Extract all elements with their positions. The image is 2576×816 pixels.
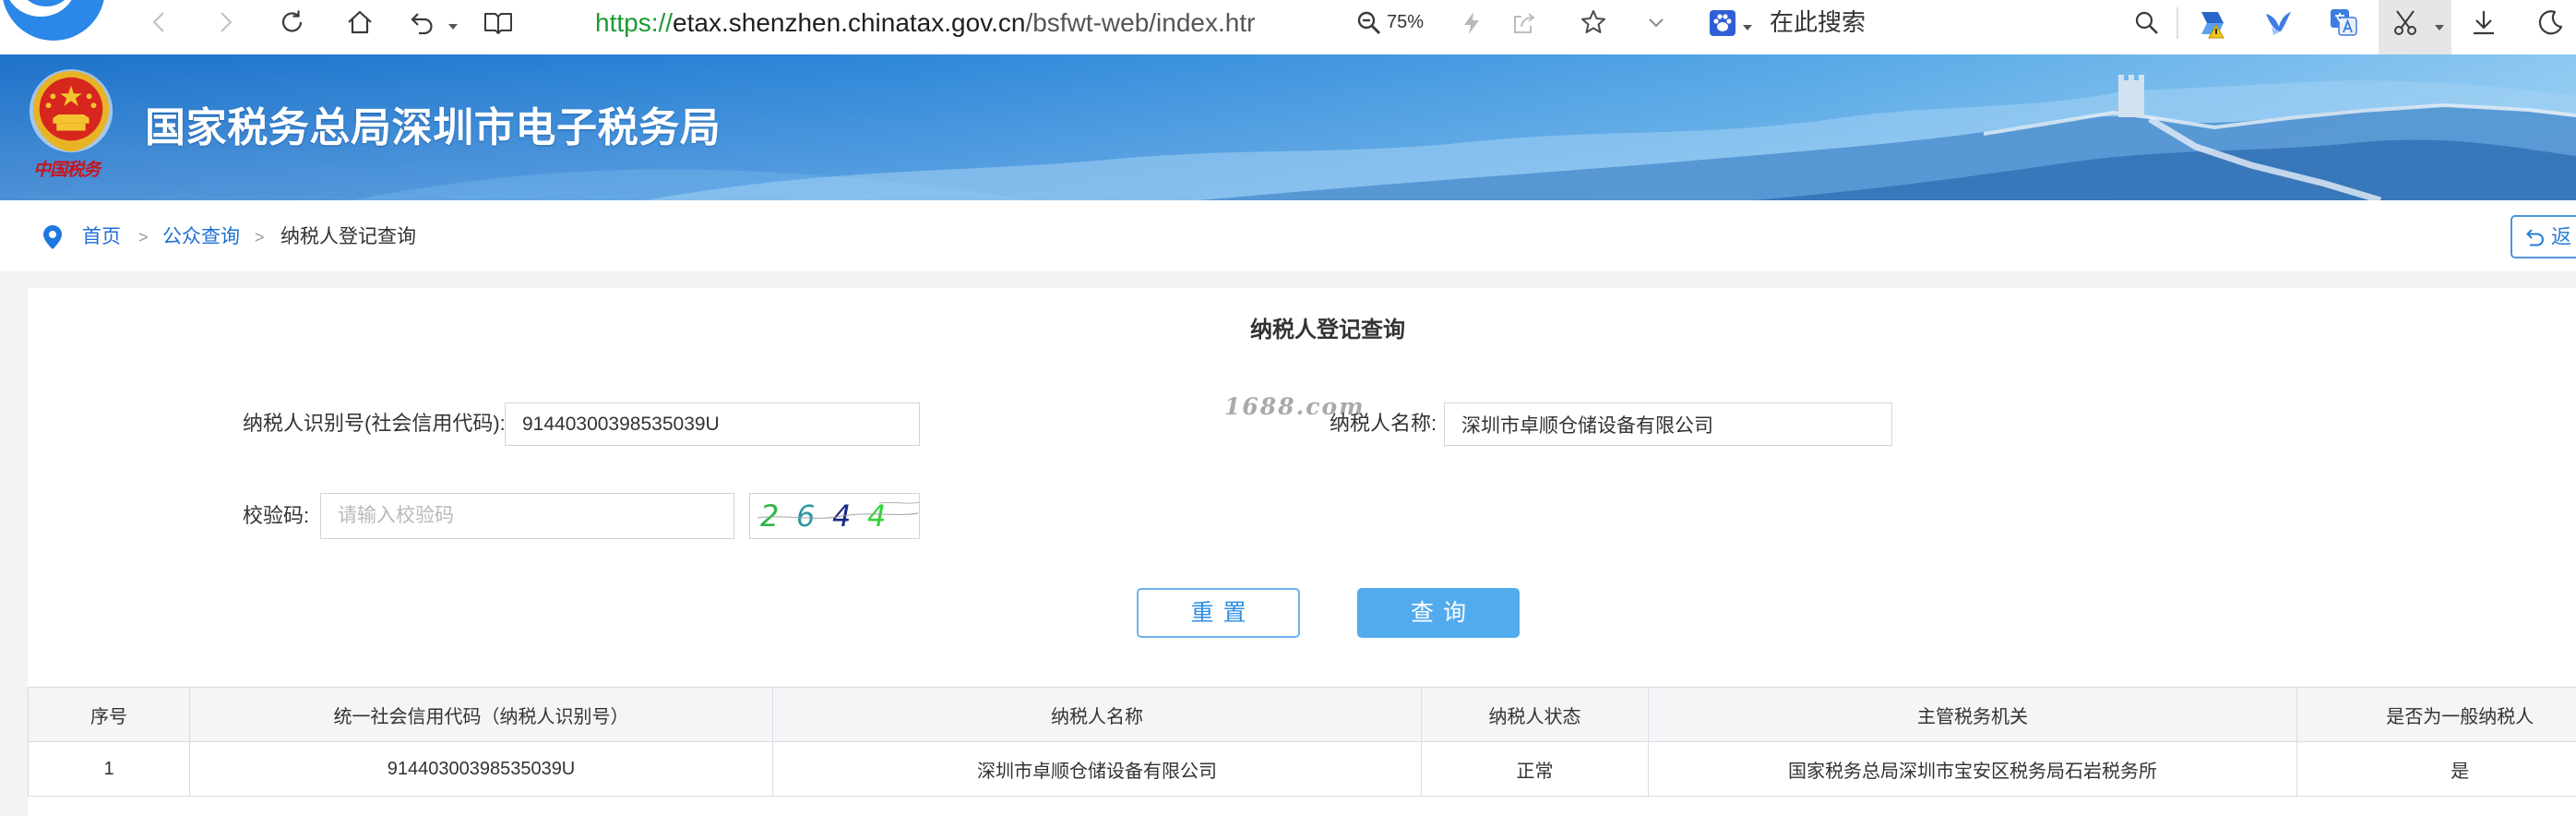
column-header-tax-authority: 主管税务机关 [1648,687,2297,742]
url-path: /bsfwt-web/index.htr [1025,8,1256,37]
taxpayer-name-input[interactable] [1444,402,1892,446]
captcha-input[interactable] [320,493,734,539]
share-icon[interactable] [1510,9,1538,37]
breadcrumb-home[interactable]: 首页 [82,224,121,250]
reload-icon[interactable] [279,8,306,36]
column-header-credit-code: 统一社会信用代码（纳税人识别号） [189,687,773,742]
back-icon[interactable] [146,8,173,36]
breadcrumb: 首页 > 公众查询 > 纳税人登记查询 返 [0,200,2576,271]
page-title: 纳税人登记查询 [1250,318,1405,342]
extension-warning-icon[interactable] [2196,6,2229,40]
search-box[interactable]: 在此搜索 [1770,6,1866,38]
address-bar[interactable]: https://etax.shenzhen.chinatax.gov.cn/bs… [595,7,1324,39]
chevron-down-icon[interactable] [1644,10,1668,34]
extension-bird-icon[interactable] [2262,6,2294,38]
cell-taxpayer-name: 深圳市卓顺仓储设备有限公司 [772,741,1422,797]
taxpayer-id-input[interactable] [505,402,920,446]
site-banner: 中国税务 国家税务总局深圳市电子税务局 [0,54,2576,200]
browser-toolbar: https://etax.shenzhen.chinatax.gov.cn/bs… [0,0,2576,54]
cell-index: 1 [28,741,190,797]
undo-dropdown-icon[interactable] [447,18,459,30]
column-header-taxpayer-name: 纳税人名称 [772,687,1422,742]
cell-credit-code: 91440300398535039U [189,741,773,797]
translate-icon[interactable] [2328,6,2359,38]
cell-tax-authority: 国家税务总局深圳市宝安区税务局石岩税务所 [1648,741,2297,797]
cell-general-taxpayer: 是 [2296,741,2576,797]
night-mode-moon-icon[interactable] [2536,8,2564,36]
breadcrumb-current: 纳税人登记查询 [280,226,416,247]
query-button[interactable]: 查询 [1357,588,1520,638]
cell-status: 正常 [1421,741,1649,797]
captcha-image[interactable]: 2 6 4 4 [749,493,920,539]
reset-button[interactable]: 重置 [1137,588,1300,638]
undo-icon[interactable] [409,8,436,36]
search-icon[interactable] [2133,9,2161,37]
table-header-row: 序号 统一社会信用代码（纳税人识别号） 纳税人名称 纳税人状态 主管税务机关 是… [28,687,2576,742]
breadcrumb-public-query[interactable]: 公众查询 [162,224,240,250]
site-title: 国家税务总局深圳市电子税务局 [145,105,722,150]
column-header-status: 纳税人状态 [1421,687,1649,742]
download-icon[interactable] [2470,8,2498,36]
captcha-label: 校验码: [243,504,310,527]
zoom-level[interactable]: 75% [1387,9,1424,35]
breadcrumb-separator: > [255,228,265,246]
national-emblem-logo [26,67,116,158]
scissors-icon[interactable] [2391,8,2419,36]
column-header-index: 序号 [28,687,190,742]
breadcrumb-separator: > [138,228,149,246]
toolbar-separator [2176,7,2178,39]
lightning-icon[interactable] [1458,9,1485,37]
forward-icon[interactable] [211,8,239,36]
table-row[interactable]: 1 91440300398535039U 深圳市卓顺仓储设备有限公司 正常 国家… [28,741,2576,797]
search-engine-paw-icon[interactable] [1709,9,1736,37]
captcha-noise-lines [757,501,919,519]
location-pin-icon [43,225,62,249]
favorite-star-icon[interactable] [1580,8,1607,36]
column-header-general-taxpayer: 是否为一般纳税人 [2296,687,2576,742]
reader-icon[interactable] [483,8,514,36]
browser-logo-icon[interactable] [0,0,111,46]
search-engine-dropdown-icon[interactable] [1742,19,1753,30]
taxpayer-id-label: 纳税人识别号(社会信用代码): [243,412,506,435]
zoom-icon[interactable] [1356,10,1382,36]
back-button-label: 返 [2551,225,2572,248]
home-icon[interactable] [346,8,374,36]
url-scheme: https:// [595,8,674,37]
results-table: 序号 统一社会信用代码（纳税人识别号） 纳税人名称 纳税人状态 主管税务机关 是… [28,687,2576,797]
taxpayer-name-label: 纳税人名称: [1330,412,1437,435]
scissors-dropdown-icon[interactable] [2434,19,2445,30]
url-host: etax.shenzhen.chinatax.gov.cn [673,8,1026,37]
logo-calligraphy: 中国税务 [33,160,101,180]
back-button[interactable]: 返 [2510,215,2576,258]
return-arrow-icon [2526,229,2544,246]
